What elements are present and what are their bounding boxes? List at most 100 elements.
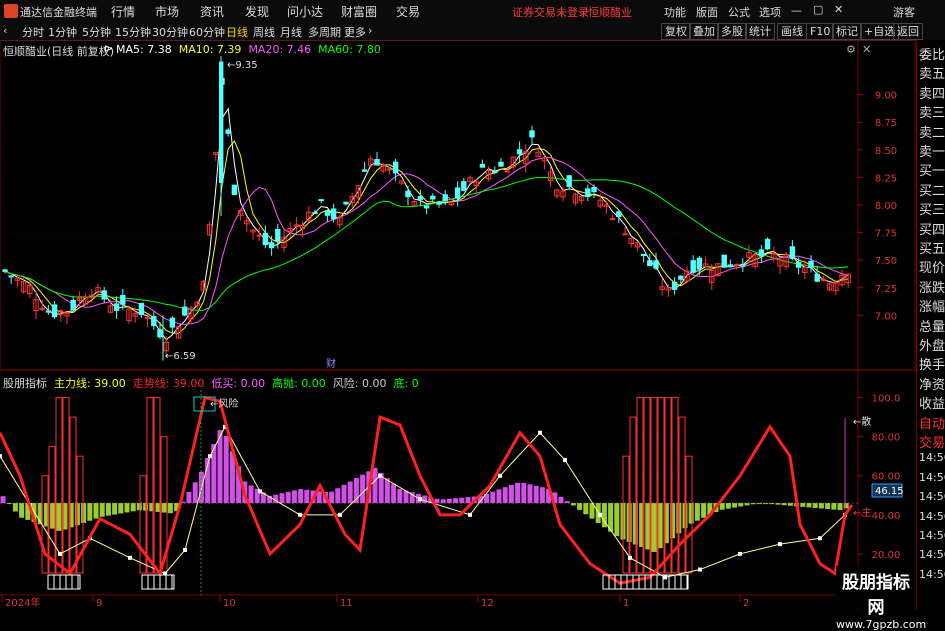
close-pane-icon[interactable]: ✕ <box>862 43 871 56</box>
quote-panel-item[interactable]: 14:56 <box>919 568 945 581</box>
minimize-icon[interactable]: — <box>791 4 802 17</box>
menu-zixun[interactable]: 资讯 <box>200 3 224 20</box>
histogram-bar <box>446 498 452 504</box>
chart-area[interactable]: 9.00 8.75 8.50 8.25 8.00 7.75 7.50 7.25 7.00 100… <box>0 40 916 609</box>
histogram-bar <box>304 489 310 504</box>
histogram-bar <box>81 503 87 523</box>
duogu-button[interactable]: 多股 <box>717 23 747 40</box>
chevron-right-icon[interactable]: › <box>368 24 372 37</box>
period-fenshi[interactable]: 分时 <box>22 24 44 40</box>
period-5min[interactable]: 5分钟 <box>82 24 111 40</box>
quote-panel-item[interactable]: 卖五 <box>919 63 945 82</box>
histogram-bar <box>161 503 167 513</box>
candle-body <box>423 205 430 209</box>
indicator-title[interactable]: 股朋指标 <box>3 377 47 390</box>
quote-panel-item[interactable]: 14:56 <box>919 510 945 523</box>
xaxis-label: 10 <box>223 598 236 609</box>
menu-faxian[interactable]: 发现 <box>245 3 269 20</box>
histogram-bar <box>99 503 105 517</box>
candle-body <box>151 316 157 327</box>
quote-panel-item[interactable]: 买一 <box>919 160 945 179</box>
risk-value-label: 风险: 0.00 <box>332 377 387 390</box>
quote-panel-item[interactable]: 卖三 <box>919 102 945 121</box>
quote-panel-item[interactable]: 14:56 <box>919 471 945 484</box>
fin-marker[interactable]: 财 <box>326 357 336 370</box>
quote-panel-item[interactable]: 14:56 <box>919 529 945 542</box>
quote-panel-item[interactable]: 换手 <box>919 354 945 373</box>
quote-panel-item[interactable]: 委比 <box>919 44 945 63</box>
quote-panel-item[interactable]: 买五 <box>919 238 945 257</box>
candle-body <box>268 242 275 249</box>
menu-gongshi[interactable]: 公式 <box>728 4 750 20</box>
huaxian-button[interactable]: 画线 <box>777 23 807 40</box>
nav-prev-icon[interactable]: ‹ <box>3 24 7 37</box>
quote-panel-item[interactable]: 14:56 <box>919 490 945 503</box>
gear-icon[interactable]: ⚙ <box>846 43 856 56</box>
period-15min[interactable]: 15分钟 <box>115 24 151 40</box>
user-label[interactable]: 游客 <box>893 4 915 20</box>
xaxis-label: 1 <box>623 598 629 609</box>
period-1min[interactable]: 1分钟 <box>48 24 77 40</box>
histogram-bar <box>539 487 545 504</box>
quote-panel-item[interactable]: 买四 <box>919 219 945 238</box>
diejia-button[interactable]: 叠加 <box>689 23 719 40</box>
maximize-icon[interactable]: ▢ <box>813 3 823 16</box>
menu-caifuquan[interactable]: 财富圈 <box>341 3 377 20</box>
quote-panel-item[interactable]: 收益 <box>919 393 945 412</box>
period-more[interactable]: 更多 <box>344 24 366 40</box>
quote-panel-item[interactable]: 14:56 <box>919 451 945 464</box>
period-monthly[interactable]: 月线 <box>280 24 302 40</box>
candle-body <box>231 184 238 195</box>
candle-body <box>727 264 734 267</box>
quote-panel-item[interactable]: 卖二 <box>919 122 945 141</box>
bottom-label: 底: 0 <box>393 377 419 390</box>
back-button[interactable]: 返回 <box>893 23 923 40</box>
menu-banmian[interactable]: 版面 <box>696 4 718 20</box>
period-multi[interactable]: 多周期 <box>308 24 341 40</box>
quote-panel-item[interactable]: 涨跌 <box>919 277 945 296</box>
period-daily[interactable]: 日线 <box>226 24 248 40</box>
tongji-button[interactable]: 统计 <box>745 23 775 40</box>
quote-panel-item[interactable]: 买二 <box>919 180 945 199</box>
biaoji-button[interactable]: 标记 <box>832 23 862 40</box>
menu-gongneng[interactable]: 功能 <box>664 4 686 20</box>
fuquan-button[interactable]: 复权 <box>661 23 691 40</box>
candle-body <box>690 260 696 273</box>
candle-body <box>795 261 802 268</box>
menu-wenxiaoda[interactable]: 问小达 <box>287 3 323 20</box>
ma5-line <box>4 107 849 341</box>
login-status[interactable]: 证券交易未登录 <box>512 4 589 20</box>
quote-panel-item[interactable]: 卖一 <box>919 141 945 160</box>
candle-body <box>405 190 411 198</box>
close-icon[interactable]: ✕ <box>834 3 843 16</box>
histogram-bar <box>329 491 335 504</box>
period-30min[interactable]: 30分钟 <box>152 24 188 40</box>
indicator-ytick-label: 20.00 <box>872 550 901 561</box>
menu-xuanxiang[interactable]: 选项 <box>759 4 781 20</box>
menu-shichang[interactable]: 市场 <box>155 3 179 20</box>
stock-name-header: 恒顺醋业 <box>588 6 632 19</box>
ma-settings-icon[interactable]: ⊳ <box>104 42 113 55</box>
histogram-bar <box>130 503 136 512</box>
quote-panel-item[interactable]: 外盘 <box>919 335 945 354</box>
quote-panel-item[interactable]: 卖四 <box>919 83 945 102</box>
quote-panel-item[interactable]: 14:56 <box>919 548 945 561</box>
candle-body <box>678 275 684 280</box>
period-60min[interactable]: 60分钟 <box>189 24 225 40</box>
ma60-line <box>4 176 849 311</box>
quote-panel-item[interactable]: 自动 <box>919 413 945 432</box>
quote-panel-item[interactable]: 现价 <box>919 257 945 276</box>
quote-panel-item[interactable]: 买三 <box>919 199 945 218</box>
quote-panel-item[interactable]: 涨幅 <box>919 296 945 315</box>
current-value: 46.15 <box>875 486 904 497</box>
menu-hangqing[interactable]: 行情 <box>111 3 135 20</box>
quote-panel-item[interactable]: 总量 <box>919 316 945 335</box>
menu-jiaoyi[interactable]: 交易 <box>396 3 420 20</box>
quote-panel-item[interactable]: 净资 <box>919 374 945 393</box>
histogram-bar <box>614 503 620 537</box>
main-ytick-label: 8.75 <box>875 118 897 129</box>
f10-button[interactable]: F10 <box>806 23 835 40</box>
histogram-bar <box>465 497 471 504</box>
period-weekly[interactable]: 周线 <box>253 24 275 40</box>
quote-panel-item[interactable]: 交易 <box>919 432 945 451</box>
